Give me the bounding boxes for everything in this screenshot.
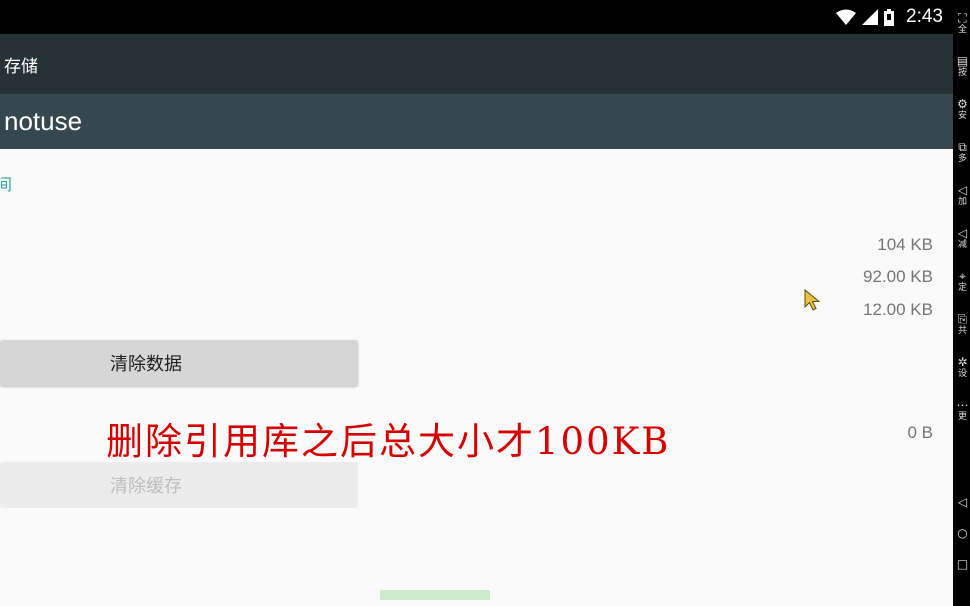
sidebar-item[interactable]: ⧉ 多 (955, 141, 970, 164)
sidebar-item-label: 减 (957, 240, 967, 250)
status-bar: 2:43 (0, 0, 953, 34)
total-size-value: 104 KB (877, 235, 933, 254)
sidebar-item-label: 共 (957, 326, 967, 336)
section-label: 间 (0, 175, 13, 194)
volume-up-icon: ◁ (957, 184, 968, 197)
sidebar-item[interactable]: ⚙ 安 (955, 98, 970, 121)
sidebar-item[interactable]: ⌖ 定 (955, 270, 970, 293)
multi-icon: ⧉ (958, 141, 967, 154)
sidebar-item[interactable]: ⎘ 共 (955, 313, 970, 336)
signal-icon (862, 9, 879, 25)
clock: 2:43 (906, 6, 943, 27)
nav-glyph: □ (956, 558, 969, 571)
overlay-caption: 删除引用库之后总大小才100KB (106, 420, 671, 463)
fullscreen-icon: ⛶ (958, 12, 967, 25)
nav-glyph: ○ (957, 527, 968, 540)
install-icon: ⚙ (957, 98, 968, 111)
location-icon: ⌖ (959, 270, 966, 283)
app-name: notuse (4, 106, 83, 136)
sidebar-item[interactable]: ◁ 减 (955, 227, 970, 250)
sidebar-item-label: 多 (957, 154, 967, 164)
page-title: 存储 (4, 57, 38, 77)
sidebar-item-label: 全 (957, 25, 967, 35)
device-screen: 2:43 存储 notuse 间 104 KB 92.00 KB 12.00 K… (0, 0, 953, 593)
keys-icon: ▤ (956, 55, 969, 68)
mouse-cursor-icon (804, 289, 821, 311)
action-bar: 存储 (0, 34, 953, 94)
recents-icon[interactable]: □ (955, 558, 970, 571)
sidebar-item-label: 设 (957, 369, 967, 379)
data-size-value: 12.00 KB (863, 300, 933, 319)
back-icon[interactable]: ◁ (955, 496, 970, 509)
sidebar-item[interactable]: ◁ 加 (955, 184, 970, 207)
clear-cache-label: 清除缓存 (110, 476, 182, 497)
wifi-icon (836, 9, 857, 25)
sidebar-item[interactable]: ▤ 按 (955, 55, 970, 78)
sidebar-item[interactable]: ⛶ 全 (955, 12, 970, 35)
battery-icon (884, 8, 895, 26)
sidebar-item-label: 定 (957, 283, 967, 293)
share-icon: ⎘ (957, 313, 968, 326)
bottom-handle (380, 590, 490, 600)
sidebar-item-label: 安 (957, 111, 967, 121)
volume-down-icon: ◁ (957, 227, 968, 240)
storage-panel: 间 104 KB 92.00 KB 12.00 KB 清除数据 0 B 清除缓存… (0, 149, 953, 593)
emulator-sidebar: ⛶ 全 ▤ 按 ⚙ 安 ⧉ 多 ◁ 加 ◁ 减 ⌖ 定 ⎘ 共 ✲ 设 ⋯ 更 ◁ ○ □ (953, 0, 970, 606)
home-icon[interactable]: ○ (955, 527, 970, 540)
clear-cache-button[interactable]: 清除缓存 (0, 462, 358, 508)
settings-icon: ✲ (957, 356, 968, 369)
more-icon: ⋯ (956, 399, 969, 412)
sidebar-item[interactable]: ✲ 设 (955, 356, 970, 379)
app-header: notuse (0, 94, 953, 149)
cache-size-value: 0 B (907, 423, 933, 442)
sidebar-item-label: 更 (957, 412, 967, 422)
clear-data-button[interactable]: 清除数据 (0, 340, 358, 386)
status-indicators: 2:43 (836, 6, 943, 28)
clear-data-label: 清除数据 (110, 354, 182, 375)
app-size-value: 92.00 KB (863, 267, 933, 286)
sidebar-item-label: 加 (957, 197, 967, 207)
sidebar-item-label: 按 (957, 68, 967, 78)
nav-glyph: ◁ (957, 496, 968, 509)
sidebar-item[interactable]: ⋯ 更 (955, 399, 970, 422)
